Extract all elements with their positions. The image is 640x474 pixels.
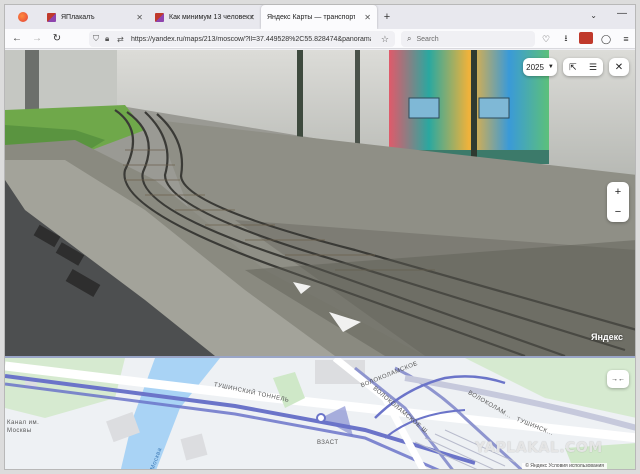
tab-yaplakal[interactable]: ЯПлакалъ ✕ [41, 5, 149, 29]
extension-icon[interactable] [579, 32, 593, 46]
map-label-canal-2: Москвы [7, 428, 32, 434]
lock-icon[interactable]: 🔒︎ [105, 34, 117, 44]
yaplakal-favicon-icon [155, 12, 164, 22]
back-arrow-icon[interactable]: ← [9, 31, 25, 47]
collapse-arrows-icon: →← [611, 375, 625, 383]
year-selector[interactable]: 2025 ▼ [523, 58, 557, 76]
account-icon[interactable]: ◯ [599, 34, 613, 45]
forward-arrow-icon[interactable]: → [29, 31, 45, 47]
close-tab-icon[interactable]: ✕ [248, 13, 255, 22]
street-panorama[interactable]: 2025 ▼ ⇱ ☰ ✕ + − Яндекс [5, 50, 635, 356]
downloads-icon[interactable]: ⭳ [559, 31, 573, 47]
new-tab-button[interactable]: + [377, 5, 397, 29]
tab-label: Яндекс Карты — транспорт, на [267, 13, 355, 21]
search-bar[interactable]: ⌕ Search [401, 31, 535, 47]
url-text[interactable]: https://yandex.ru/maps/213/moscow/?ll=37… [131, 36, 371, 43]
tab-news[interactable]: Как минимум 13 человек постр ✕ [149, 5, 261, 29]
map-label-canal-1: Канал им. [7, 420, 40, 426]
list-all-tabs-button[interactable]: ⌄ [590, 11, 597, 20]
yaplakal-watermark: YAPLAKAL.COM [475, 440, 603, 456]
close-panorama-button[interactable]: ✕ [609, 58, 629, 76]
search-placeholder: Search [416, 35, 439, 43]
close-tab-icon[interactable]: ✕ [136, 13, 143, 22]
browser-window: ЯПлакалъ ✕ Как минимум 13 человек постр … [4, 4, 636, 470]
expand-map-button[interactable]: →← [607, 370, 629, 388]
map-attribution[interactable]: © Яндекс Условия использования [522, 463, 607, 469]
menu-icon[interactable]: ☰ [589, 62, 597, 73]
yandex-logo: Яндекс [591, 332, 624, 342]
yaplakal-favicon-icon [47, 12, 56, 22]
close-tab-icon[interactable]: ✕ [364, 13, 371, 22]
tab-strip: ЯПлакалъ ✕ Как минимум 13 человек постр … [5, 5, 635, 367]
share-icon[interactable]: ⇱ [569, 62, 577, 73]
year-value: 2025 [526, 62, 544, 72]
zoom-controls: + − [607, 182, 629, 222]
map-label-bus-stop: ВЗАСТ [317, 440, 339, 446]
search-icon: ⌕ [407, 34, 412, 43]
tracking-shield-icon[interactable]: ⛉ [93, 34, 105, 44]
panorama-image [5, 50, 635, 356]
caret-down-icon: ▼ [547, 64, 554, 70]
address-bar[interactable]: ⛉ 🔒︎ ⇄ https://yandex.ru/maps/213/moscow… [89, 31, 395, 47]
pocket-icon[interactable]: ♡ [539, 34, 553, 45]
reload-icon[interactable]: ↻ [49, 31, 65, 47]
firefox-view-button[interactable] [5, 5, 41, 29]
app-menu-icon[interactable]: ≡ [619, 34, 633, 44]
toolbar-actions: ♡ ⭳ ◯ ≡ [539, 31, 633, 47]
firefox-icon [18, 12, 28, 22]
tab-label: ЯПлакалъ [61, 13, 95, 21]
minimap[interactable]: ТУШИНСКИЙ ТОННЕЛЬ ВОЛОКОЛАМСКОЕ ВОЛОКОЛА… [5, 356, 635, 469]
minimize-button[interactable]: — [617, 8, 627, 19]
zoom-in-button[interactable]: + [615, 186, 621, 198]
bookmark-star-icon[interactable]: ☆ [381, 34, 389, 45]
permissions-icon[interactable]: ⇄ [117, 35, 131, 44]
tab-label: Как минимум 13 человек постр [169, 13, 253, 21]
zoom-out-button[interactable]: − [615, 206, 621, 218]
navigation-toolbar: ← → ↻ ⛉ 🔒︎ ⇄ https://yandex.ru/maps/213/… [5, 29, 635, 49]
tab-yandex-maps[interactable]: Яндекс Карты — транспорт, на ✕ [259, 5, 377, 367]
panorama-tools: ⇱ ☰ [563, 58, 603, 76]
